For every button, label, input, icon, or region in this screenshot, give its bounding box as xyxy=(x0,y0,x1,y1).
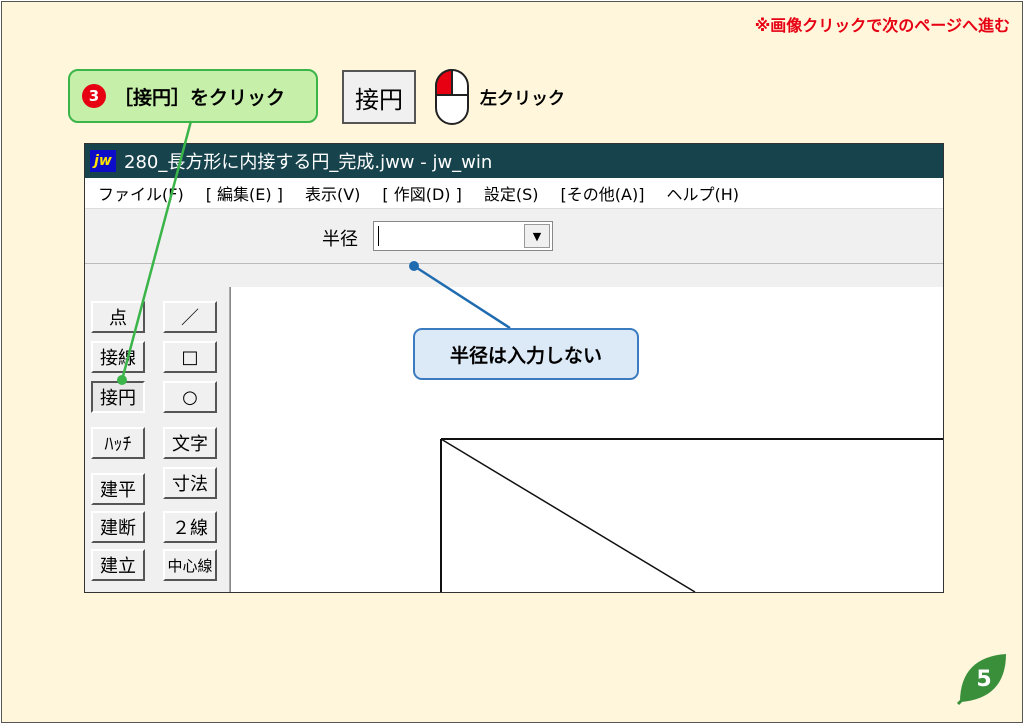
radius-note-callout: 半径は入力しない xyxy=(413,328,639,380)
page-number-leaf-icon: 5 xyxy=(956,654,1006,706)
page-number: 5 xyxy=(976,667,991,692)
